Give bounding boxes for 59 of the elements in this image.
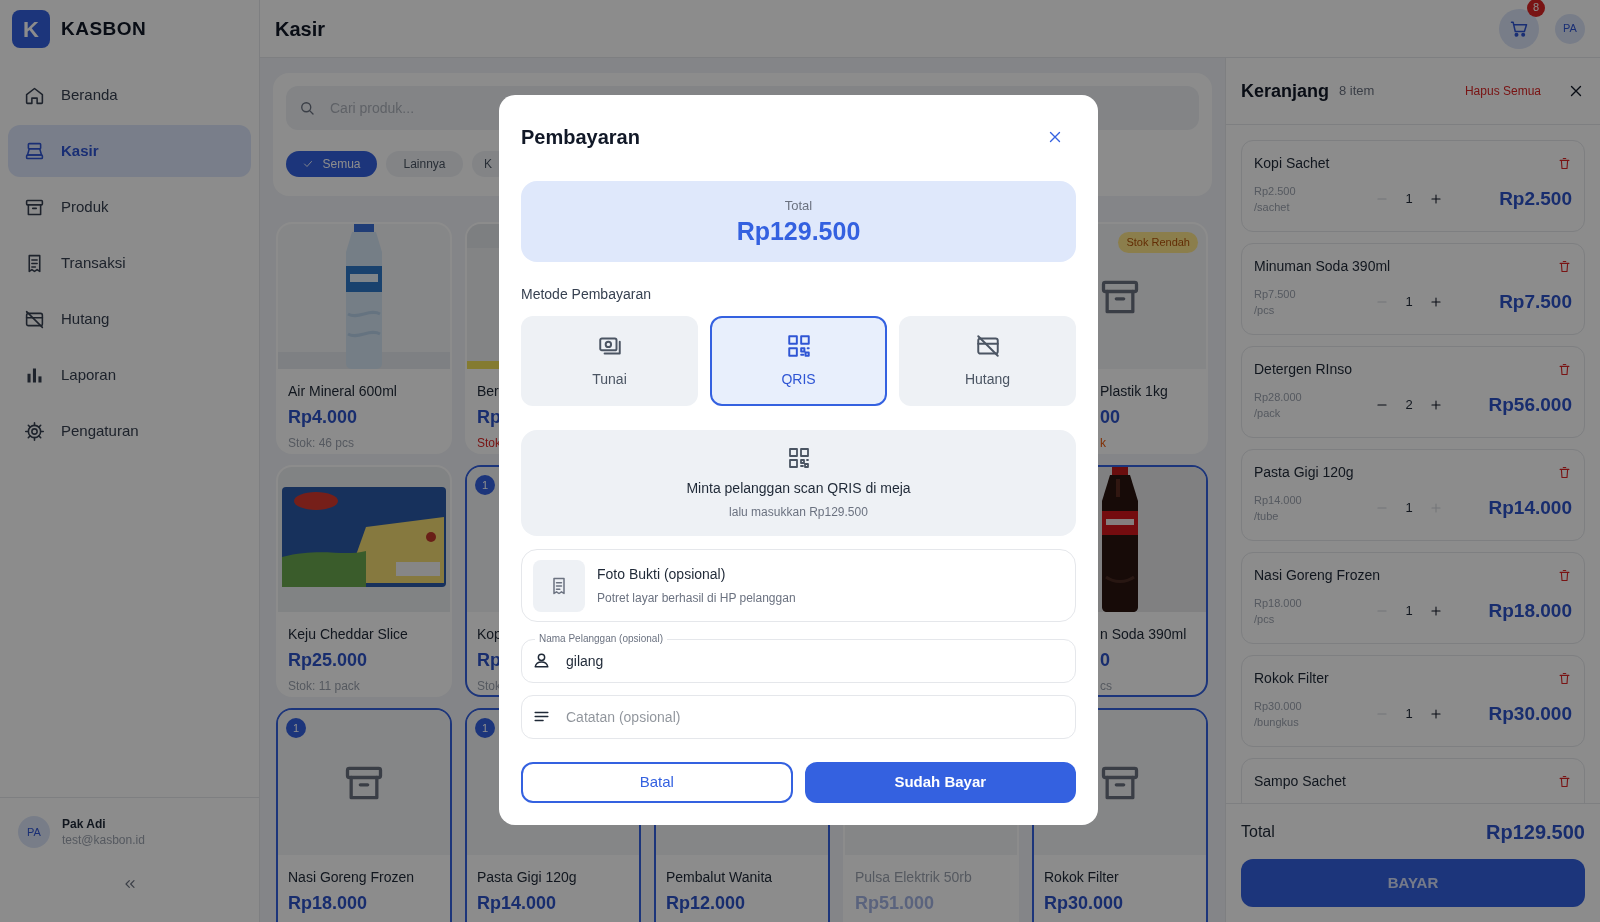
product-name: Keju Cheddar Slice: [288, 625, 408, 644]
quantity: 1: [1404, 499, 1414, 518]
product-price: 00: [1100, 406, 1121, 429]
item-subtotal: Rp18.000: [1488, 598, 1572, 623]
item-subtotal: Rp30.000: [1488, 701, 1572, 726]
cart-item-name: Kopi Sachet: [1254, 154, 1330, 173]
item-subtotal: Rp56.000: [1488, 392, 1572, 417]
quantity: 1: [1404, 705, 1414, 724]
page-title: Kasir: [275, 16, 326, 42]
product-price: Rp: [477, 406, 501, 429]
cart-item-name: Rokok Filter: [1254, 669, 1329, 688]
product-price: Rp25.000: [288, 649, 368, 672]
stock-badge: Stok Rendah: [1118, 232, 1198, 253]
proof-subtitle: Potret layar berhasil di HP pelanggan: [597, 590, 796, 607]
avatar: PA: [18, 816, 50, 848]
item-subtotal: Rp2.500: [1499, 186, 1572, 211]
user-name: Pak Adi: [62, 816, 107, 832]
stock-label: k: [1100, 435, 1106, 451]
quantity: 1: [1404, 190, 1414, 209]
section-label: Metode Pembayaran: [521, 285, 652, 304]
product-name: Air Mineral 600ml: [288, 382, 397, 401]
product-price: Rp18.000: [288, 892, 368, 915]
count-badge: 8: [1527, 0, 1545, 17]
logo: K: [12, 10, 50, 48]
product-name: n Soda 390ml: [1100, 625, 1187, 644]
product-name: Plastik 1kg: [1100, 382, 1168, 401]
item-count: 8 item: [1339, 82, 1375, 101]
quantity: 1: [1404, 293, 1414, 312]
proof-title: Foto Bukti (opsional): [597, 565, 726, 584]
item-subtotal: Rp14.000: [1488, 495, 1572, 520]
product-name: Nasi Goreng Frozen: [288, 868, 415, 887]
product-price: 0: [1100, 649, 1110, 672]
app-name: KASBON: [61, 16, 147, 41]
product-name: Ber: [477, 382, 499, 401]
cart-item-name: Detergen RInso: [1254, 360, 1353, 379]
total-amount: Rp129.500: [736, 216, 861, 248]
quantity: 1: [1404, 602, 1414, 621]
product-price: Rp12.000: [666, 892, 746, 915]
product-name: Rokok Filter: [1044, 868, 1119, 887]
product-name: Pembalut Wanita: [666, 868, 773, 887]
cart-title: Keranjang: [1241, 79, 1330, 103]
total-label: Total: [1241, 822, 1275, 842]
cart-item-name: Pasta Gigi 120g: [1254, 463, 1354, 482]
instruction-text: Minta pelanggan scan QRIS di meja: [686, 478, 911, 498]
cart-item-name: Minuman Soda 390ml: [1254, 257, 1391, 276]
total-amount: Rp129.500: [1486, 820, 1585, 845]
dialog-title: Pembayaran: [521, 125, 640, 150]
item-subtotal: Rp7.500: [1499, 289, 1572, 314]
product-price: Rp4.000: [288, 406, 358, 429]
product-price: Rp14.000: [477, 892, 557, 915]
cart-item-name: Sampo Sachet: [1254, 772, 1346, 791]
product-name: Pasta Gigi 120g: [477, 868, 577, 887]
field-label: Nama Pelanggan (opsional): [535, 631, 667, 647]
product-price: Rp: [477, 649, 501, 672]
product-price: Rp30.000: [1044, 892, 1124, 915]
quantity: 2: [1404, 396, 1414, 415]
cart-item-name: Nasi Goreng Frozen: [1254, 566, 1381, 585]
total-label: Total: [784, 196, 813, 215]
instruction-subtext: lalu masukkan Rp129.500: [729, 503, 868, 521]
